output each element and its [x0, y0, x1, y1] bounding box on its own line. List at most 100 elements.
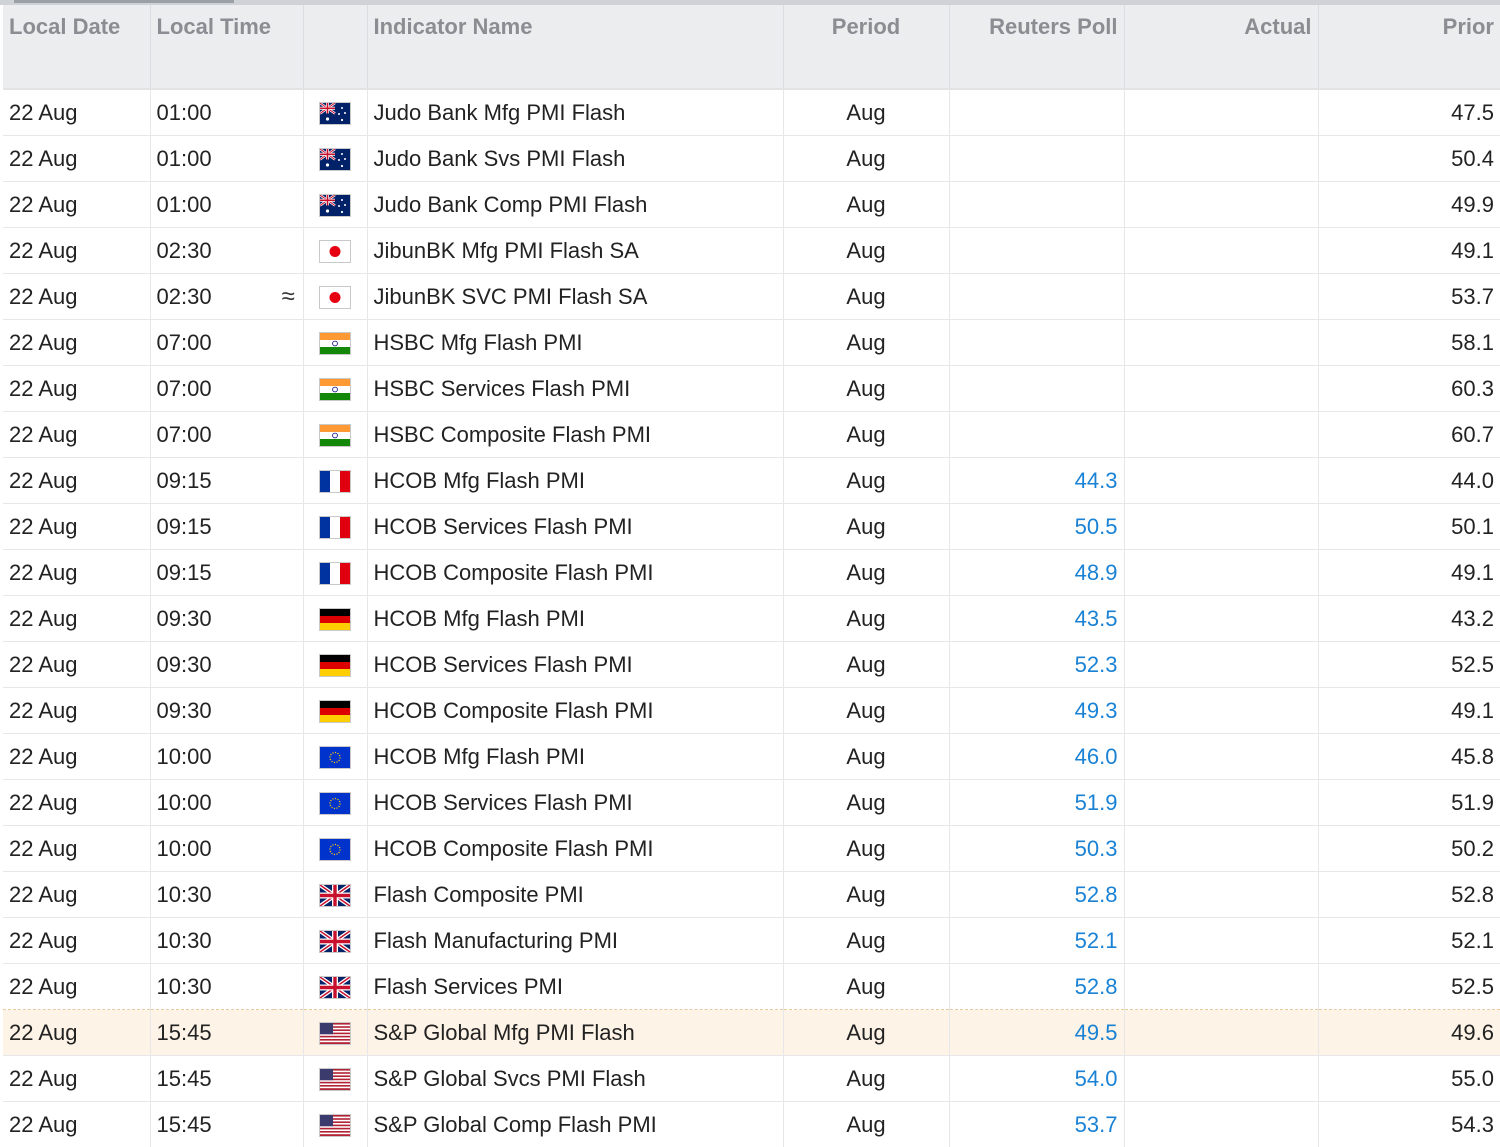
- cell-indicator-name[interactable]: HCOB Mfg Flash PMI: [367, 596, 783, 642]
- cell-indicator-name[interactable]: HCOB Composite Flash PMI: [367, 550, 783, 596]
- header-local-date[interactable]: Local Date: [3, 5, 150, 89]
- cell-indicator-name[interactable]: Flash Composite PMI: [367, 872, 783, 918]
- cell-reuters-poll[interactable]: 43.5: [949, 596, 1124, 642]
- cell-indicator-name[interactable]: Flash Services PMI: [367, 964, 783, 1010]
- cell-indicator-name[interactable]: Judo Bank Mfg PMI Flash: [367, 89, 783, 136]
- approx-icon[interactable]: ≈: [274, 274, 303, 320]
- alert-cell: [274, 826, 303, 872]
- table-row[interactable]: 22 Aug09:15HCOB Composite Flash PMIAug48…: [3, 550, 1500, 596]
- india-flag-icon: [320, 425, 350, 446]
- header-prior[interactable]: Prior: [1318, 5, 1500, 89]
- cell-reuters-poll[interactable]: 49.5: [949, 1010, 1124, 1056]
- cell-local-date: 22 Aug: [3, 1102, 150, 1147]
- table-row[interactable]: 22 Aug09:15HCOB Mfg Flash PMIAug44.344.0: [3, 458, 1500, 504]
- header-actual[interactable]: Actual: [1124, 5, 1318, 89]
- cell-indicator-name[interactable]: HCOB Mfg Flash PMI: [367, 734, 783, 780]
- cell-indicator-name[interactable]: JibunBK Mfg PMI Flash SA: [367, 228, 783, 274]
- cell-reuters-poll[interactable]: [949, 412, 1124, 458]
- table-row[interactable]: 22 Aug10:30Flash Services PMIAug52.852.5: [3, 964, 1500, 1010]
- cell-local-time: 10:30: [150, 872, 274, 918]
- cell-local-date: 22 Aug: [3, 596, 150, 642]
- cell-reuters-poll[interactable]: 48.9: [949, 550, 1124, 596]
- cell-period: Aug: [783, 826, 949, 872]
- cell-reuters-poll[interactable]: 53.7: [949, 1102, 1124, 1147]
- header-reuters-poll[interactable]: Reuters Poll: [949, 5, 1124, 89]
- cell-indicator-name[interactable]: Judo Bank Comp PMI Flash: [367, 182, 783, 228]
- alert-cell: [274, 642, 303, 688]
- cell-flag: [303, 550, 367, 596]
- france-flag-icon: [320, 563, 350, 584]
- table-row[interactable]: 22 Aug10:00HCOB Mfg Flash PMIAug46.045.8: [3, 734, 1500, 780]
- cell-indicator-name[interactable]: S&P Global Mfg PMI Flash: [367, 1010, 783, 1056]
- cell-reuters-poll[interactable]: [949, 182, 1124, 228]
- cell-indicator-name[interactable]: S&P Global Comp Flash PMI: [367, 1102, 783, 1147]
- table-row[interactable]: 22 Aug07:00HSBC Mfg Flash PMIAug58.1: [3, 320, 1500, 366]
- table-row[interactable]: 22 Aug15:45S&P Global Svcs PMI FlashAug5…: [3, 1056, 1500, 1102]
- cell-local-date: 22 Aug: [3, 366, 150, 412]
- cell-reuters-poll[interactable]: 50.5: [949, 504, 1124, 550]
- alert-cell: [274, 734, 303, 780]
- table-row[interactable]: 22 Aug02:30≈JibunBK SVC PMI Flash SAAug5…: [3, 274, 1500, 320]
- cell-reuters-poll[interactable]: [949, 320, 1124, 366]
- cell-prior: 49.9: [1318, 182, 1500, 228]
- table-row[interactable]: 22 Aug15:45S&P Global Mfg PMI FlashAug49…: [3, 1010, 1500, 1056]
- cell-indicator-name[interactable]: HSBC Mfg Flash PMI: [367, 320, 783, 366]
- cell-reuters-poll[interactable]: [949, 136, 1124, 182]
- cell-reuters-poll[interactable]: 52.1: [949, 918, 1124, 964]
- cell-reuters-poll[interactable]: [949, 274, 1124, 320]
- table-row[interactable]: 22 Aug09:30HCOB Mfg Flash PMIAug43.543.2: [3, 596, 1500, 642]
- cell-reuters-poll[interactable]: 52.3: [949, 642, 1124, 688]
- table-row[interactable]: 22 Aug02:30JibunBK Mfg PMI Flash SAAug49…: [3, 228, 1500, 274]
- table-row[interactable]: 22 Aug09:30HCOB Composite Flash PMIAug49…: [3, 688, 1500, 734]
- cell-actual: [1124, 872, 1318, 918]
- table-row[interactable]: 22 Aug10:30Flash Manufacturing PMIAug52.…: [3, 918, 1500, 964]
- cell-indicator-name[interactable]: HCOB Composite Flash PMI: [367, 688, 783, 734]
- header-indicator-name[interactable]: Indicator Name: [367, 5, 783, 89]
- cell-reuters-poll[interactable]: 46.0: [949, 734, 1124, 780]
- cell-indicator-name[interactable]: HSBC Composite Flash PMI: [367, 412, 783, 458]
- cell-reuters-poll[interactable]: [949, 89, 1124, 136]
- table-row[interactable]: 22 Aug01:00Judo Bank Svs PMI FlashAug50.…: [3, 136, 1500, 182]
- table-row[interactable]: 22 Aug07:00HSBC Services Flash PMIAug60.…: [3, 366, 1500, 412]
- cell-reuters-poll[interactable]: 52.8: [949, 964, 1124, 1010]
- cell-flag: [303, 89, 367, 136]
- uk-flag-icon: [320, 977, 350, 998]
- table-row[interactable]: 22 Aug01:00Judo Bank Mfg PMI FlashAug47.…: [3, 89, 1500, 136]
- cell-indicator-name[interactable]: HCOB Services Flash PMI: [367, 504, 783, 550]
- cell-reuters-poll[interactable]: 51.9: [949, 780, 1124, 826]
- cell-indicator-name[interactable]: Judo Bank Svs PMI Flash: [367, 136, 783, 182]
- cell-prior: 52.5: [1318, 964, 1500, 1010]
- table-row[interactable]: 22 Aug10:00HCOB Composite Flash PMIAug50…: [3, 826, 1500, 872]
- cell-indicator-name[interactable]: HCOB Services Flash PMI: [367, 780, 783, 826]
- cell-prior: 53.7: [1318, 274, 1500, 320]
- cell-indicator-name[interactable]: JibunBK SVC PMI Flash SA: [367, 274, 783, 320]
- cell-prior: 50.2: [1318, 826, 1500, 872]
- uk-flag-icon: [320, 885, 350, 906]
- cell-indicator-name[interactable]: HCOB Mfg Flash PMI: [367, 458, 783, 504]
- cell-reuters-poll[interactable]: [949, 366, 1124, 412]
- cell-reuters-poll[interactable]: 52.8: [949, 872, 1124, 918]
- cell-reuters-poll[interactable]: 50.3: [949, 826, 1124, 872]
- header-local-time[interactable]: Local Time: [150, 5, 303, 89]
- cell-local-time: 15:45: [150, 1056, 274, 1102]
- cell-indicator-name[interactable]: HCOB Services Flash PMI: [367, 642, 783, 688]
- cell-reuters-poll[interactable]: 44.3: [949, 458, 1124, 504]
- cell-period: Aug: [783, 1056, 949, 1102]
- header-period[interactable]: Period: [783, 5, 949, 89]
- table-row[interactable]: 22 Aug01:00Judo Bank Comp PMI FlashAug49…: [3, 182, 1500, 228]
- table-row[interactable]: 22 Aug07:00HSBC Composite Flash PMIAug60…: [3, 412, 1500, 458]
- cell-reuters-poll[interactable]: 49.3: [949, 688, 1124, 734]
- table-row[interactable]: 22 Aug10:00HCOB Services Flash PMIAug51.…: [3, 780, 1500, 826]
- cell-indicator-name[interactable]: Flash Manufacturing PMI: [367, 918, 783, 964]
- cell-local-date: 22 Aug: [3, 89, 150, 136]
- table-row[interactable]: 22 Aug10:30Flash Composite PMIAug52.852.…: [3, 872, 1500, 918]
- cell-indicator-name[interactable]: S&P Global Svcs PMI Flash: [367, 1056, 783, 1102]
- table-row[interactable]: 22 Aug09:15HCOB Services Flash PMIAug50.…: [3, 504, 1500, 550]
- table-row[interactable]: 22 Aug15:45S&P Global Comp Flash PMIAug5…: [3, 1102, 1500, 1147]
- cell-reuters-poll[interactable]: 54.0: [949, 1056, 1124, 1102]
- table-row[interactable]: 22 Aug09:30HCOB Services Flash PMIAug52.…: [3, 642, 1500, 688]
- cell-indicator-name[interactable]: HCOB Composite Flash PMI: [367, 826, 783, 872]
- cell-reuters-poll[interactable]: [949, 228, 1124, 274]
- alert-cell: [274, 550, 303, 596]
- cell-indicator-name[interactable]: HSBC Services Flash PMI: [367, 366, 783, 412]
